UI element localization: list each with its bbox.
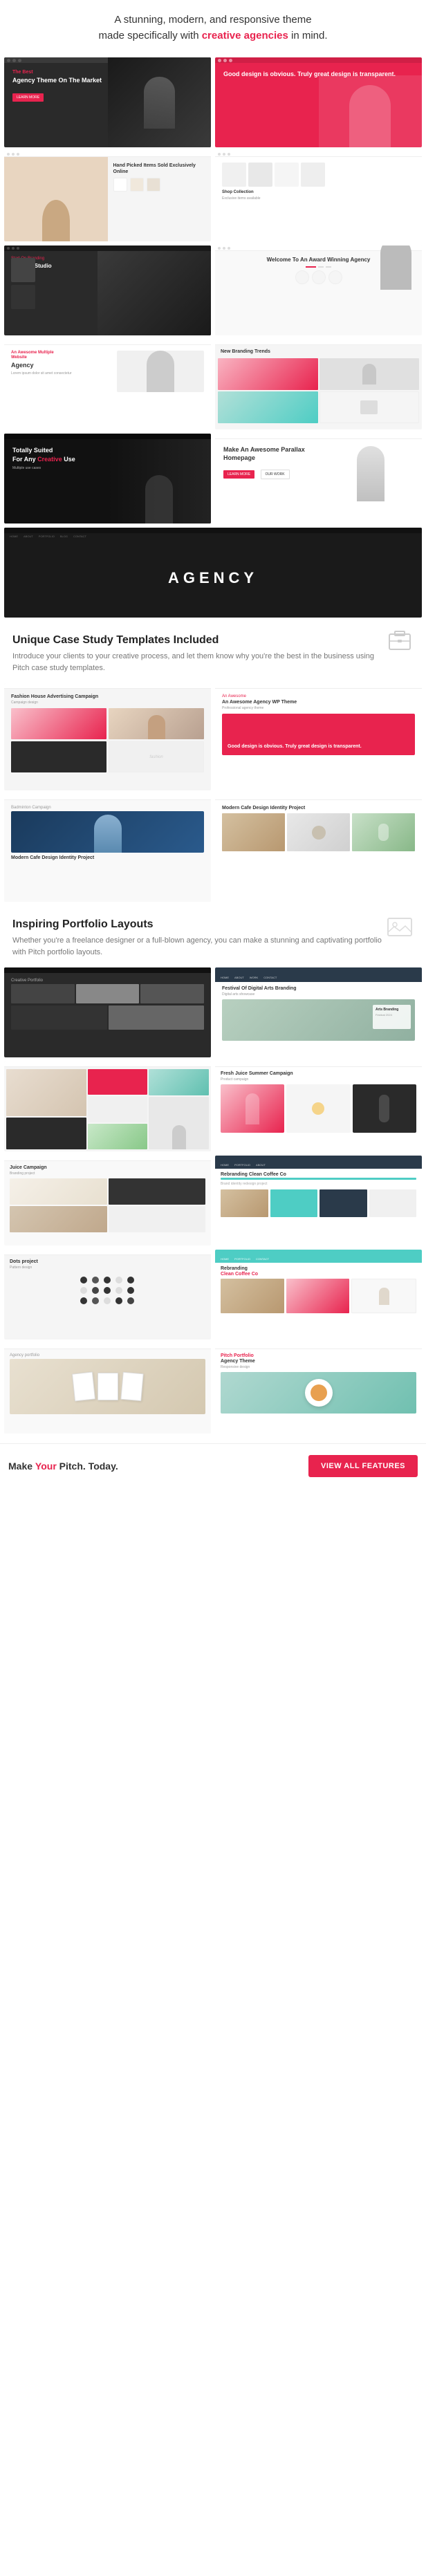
portfolio-grid: Juice Campaign Branding project [4, 1156, 211, 1245]
p2-nav3: WORK [250, 976, 258, 979]
s7-title: Agency [11, 362, 117, 369]
screenshot-multiple-agency: An Awesome Multiple Website Agency Lorem… [4, 340, 211, 429]
screenshot-white-products: Shop Collection Exclusive items availabl… [215, 151, 422, 241]
cs1-sub: Campaign design [11, 701, 204, 705]
screenshot-branding-trends: New Branding Trends [215, 340, 422, 429]
footer-pitch: Pitch. Today. [57, 1461, 118, 1472]
p6-title: Rebranding Clean Coffee Co [221, 1172, 416, 1177]
p2-nav1: HOME [221, 976, 229, 979]
case-study-cafe: Badminton Campaign Modern Cafe Design Id… [4, 795, 211, 902]
case-study-desc: Introduce your clients to your creative … [12, 651, 414, 674]
p10-sub: Responsive design [221, 1365, 416, 1369]
portfolio-icon [386, 915, 414, 939]
p4-sub: Product campaign [221, 1077, 416, 1082]
view-all-features-button[interactable]: VIEW ALL FEATURES [308, 1455, 418, 1477]
portfolio-dots: Dots project Pattern design [4, 1250, 211, 1340]
screenshots-grid: The Best Agency Theme On The Market LEAR… [0, 53, 426, 1438]
p9-sub: Agency portfolio [10, 1353, 205, 1358]
case-study-agency-wp: An Awesome An Awesome Agency WP Theme Pr… [215, 683, 422, 790]
s6-title: Welcome To An Award Winning Agency [267, 257, 371, 263]
s3-title: Hand Picked Items Sold Exclusively Onlin… [113, 163, 206, 175]
p8-title-red: Clean Coffee Co [221, 1272, 416, 1277]
portfolio-collage [4, 1062, 211, 1151]
portfolio-festival: HOME ABOUT WORK CONTACT Festival Of Digi… [215, 967, 422, 1057]
case-study-cafe2: Modern Cafe Design Identity Project [215, 795, 422, 902]
p10-red: Pitch Portfolio [221, 1353, 416, 1358]
p2-title: Festival Of Digital Arts Branding [222, 986, 415, 991]
case-study-section-header: Unique Case Study Templates Included Int… [4, 622, 422, 679]
portfolio-title: Inspiring Portfolio Layouts [12, 918, 414, 931]
s9-red: Creative [37, 456, 62, 463]
p5-title: Juice Campaign [10, 1165, 205, 1170]
footer-your: Your [35, 1461, 57, 1472]
cs3-sub-top: Badminton Campaign [11, 806, 204, 810]
p7-sub: Pattern design [10, 1266, 205, 1270]
portfolio-food: Pitch Portfolio Agency Theme Responsive … [215, 1344, 422, 1434]
p4-title: Fresh Juice Summer Campaign [221, 1071, 416, 1076]
p6-nav2: PORTFOLIO [234, 1163, 250, 1167]
cs2-red: An Awesome [222, 694, 415, 698]
screenshot-award-agency: Welcome To An Award Winning Agency [215, 245, 422, 335]
p6-nav3: ABOUT [256, 1163, 266, 1167]
p6-nav1: HOME [221, 1163, 229, 1167]
portfolio-section-header: Inspiring Portfolio Layouts Whether you'… [4, 906, 422, 963]
s7-red2: Website [11, 355, 117, 360]
s11-title: AGENCY [168, 569, 258, 587]
screenshot-totally-suited: Totally SuitedFor Any Creative Use Multi… [4, 434, 211, 523]
s7-body: Lorem ipsum dolor sit amet consectetur [11, 371, 117, 377]
screenshot-agency-dark: The Best Agency Theme On The Market LEAR… [4, 57, 211, 147]
briefcase-icon [386, 627, 414, 651]
header-highlight: creative agencies [202, 30, 288, 41]
s10-btn1[interactable]: LEARN MORE [223, 470, 254, 479]
p6-desc: Brand identity redesign project [221, 1182, 416, 1187]
cs2-screen-title: Good design is obvious. Truly great desi… [228, 743, 362, 750]
p7-title: Dots project [10, 1259, 205, 1264]
header-text1: A stunning, modern, and responsive theme [114, 14, 311, 26]
header-text3: in mind. [291, 30, 328, 41]
portfolio-fresh-juice: Fresh Juice Summer Campaign Product camp… [215, 1062, 422, 1151]
page-header: A stunning, modern, and responsive theme… [0, 0, 426, 53]
case-study-fashion: Fashion House Advertising Campaign Campa… [4, 683, 211, 790]
p8-nav1: HOME [221, 1257, 229, 1261]
screenshot-branding-dark: Start On Branding Creative Studio [4, 245, 211, 335]
p2-nav2: ABOUT [234, 976, 244, 979]
portfolio-coffee-teal: HOME PORTFOLIO CONTACT Rebranding Clean … [215, 1250, 422, 1340]
p2-sub: Digital arts showcase [222, 992, 415, 997]
p8-title: Rebranding [221, 1266, 416, 1271]
p2-nav4: CONTACT [263, 976, 277, 979]
s7-red: An Awesome Multiple [11, 351, 117, 355]
s8-title: New Branding Trends [221, 349, 416, 354]
portfolio-coffee-co: HOME PORTFOLIO ABOUT Rebranding Clean Co… [215, 1156, 422, 1245]
p1-sub: Creative Portfolio [11, 979, 204, 983]
screenshot-agency-full: HOME ABOUT PORTFOLIO BLOG CONTACT AGENCY [4, 528, 422, 618]
cs1-title: Fashion House Advertising Campaign [11, 694, 204, 699]
portfolio-desc: Whether you're a freelance designer or a… [12, 935, 414, 958]
footer-make: Make [8, 1461, 35, 1472]
p8-nav2: PORTFOLIO [234, 1257, 250, 1261]
cs4-main-title: Modern Cafe Design Identity Project [222, 806, 415, 810]
portfolio-dark-stacked: Creative Portfolio [4, 967, 211, 1057]
screenshot-parallax: Make An Awesome Parallax Homepage LEARN … [215, 434, 422, 523]
page-footer: Make Your Pitch. Today. VIEW ALL FEATURE… [0, 1443, 426, 1488]
s1-btn[interactable]: LEARN MORE [12, 93, 44, 102]
screenshot-pink-design: Good design is obvious. Truly great desi… [215, 57, 422, 147]
p10-main: Agency Theme [221, 1359, 416, 1364]
cs3-title: Modern Cafe Design Identity Project [11, 855, 204, 860]
header-text2: made specifically with [98, 30, 198, 41]
portfolio-mockup: Agency portfolio [4, 1344, 211, 1434]
case-study-title: Unique Case Study Templates Included [12, 634, 414, 647]
s10-title: Make An Awesome Parallax Homepage [223, 446, 328, 462]
p8-nav3: CONTACT [256, 1257, 269, 1261]
s10-btn2[interactable]: OUR WORK [261, 470, 290, 479]
screenshot-hand-picked: Hand Picked Items Sold Exclusively Onlin… [4, 151, 211, 241]
cs2-title: An Awesome Agency WP Theme [222, 700, 415, 705]
p5-sub: Branding project [10, 1171, 205, 1176]
cs2-desc: Professional agency theme [222, 706, 415, 711]
footer-text: Make Your Pitch. Today. [8, 1461, 118, 1472]
